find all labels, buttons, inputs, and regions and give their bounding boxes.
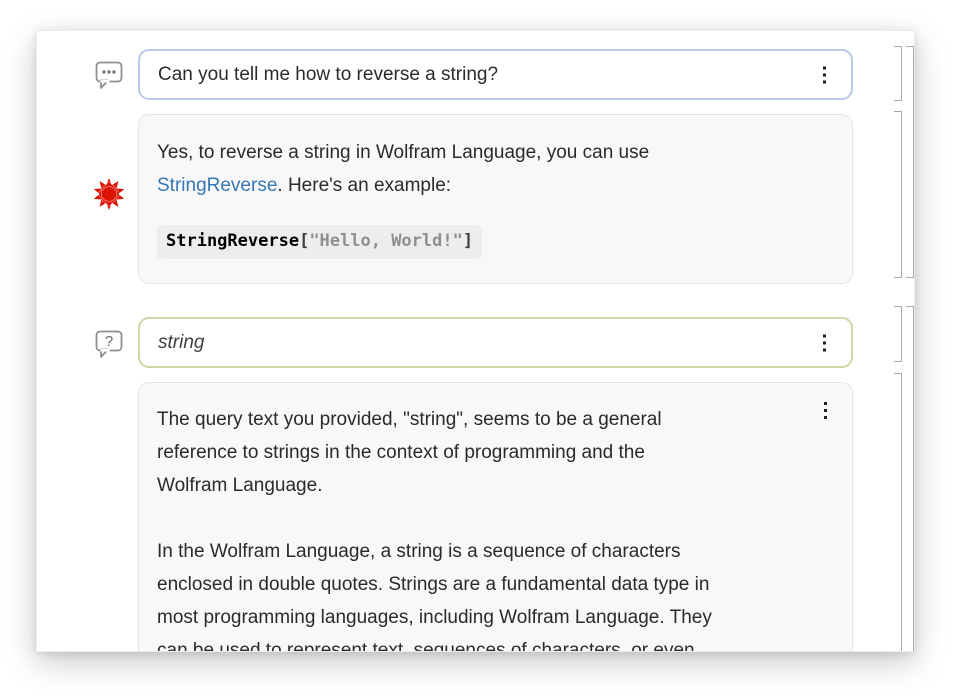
code-open-bracket: [ <box>299 231 309 251</box>
assistant-response-cell[interactable]: Yes, to reverse a string in Wolfram Lang… <box>138 114 853 284</box>
cell-bracket-chat-input[interactable] <box>894 46 902 101</box>
code-function-name: StringReverse <box>166 231 299 251</box>
cell-group-bracket-1[interactable] <box>906 46 914 278</box>
query-response-cell[interactable]: The query text you provided, "string", s… <box>138 382 853 652</box>
kebab-menu-icon[interactable] <box>820 331 829 354</box>
query-input-text[interactable]: string <box>158 332 204 354</box>
response-text-line1: Yes, to reverse a string in Wolfram Lang… <box>157 142 649 163</box>
cell-bracket-query-input[interactable] <box>894 306 902 362</box>
query-response-paragraph-2: In the Wolfram Language, a string is a s… <box>157 535 812 652</box>
assistant-response-row: Yes, to reverse a string in Wolfram Lang… <box>138 114 853 284</box>
cell-group-bracket-2[interactable] <box>906 306 914 652</box>
question-bubble-icon: ? <box>92 325 126 361</box>
kebab-menu-icon[interactable] <box>821 399 830 422</box>
wolfram-spikey-icon <box>92 177 126 211</box>
query-input-cell[interactable]: string <box>138 317 853 368</box>
desktop-background: Can you tell me how to reverse a string?… <box>0 0 960 700</box>
chat-input-cell[interactable]: Can you tell me how to reverse a string? <box>138 49 853 100</box>
stringreverse-doc-link[interactable]: StringReverse <box>157 175 277 196</box>
response-text-line2: . Here's an example: <box>277 175 451 196</box>
chat-input-row: Can you tell me how to reverse a string? <box>138 49 853 100</box>
cell-bracket-assistant-response[interactable] <box>894 111 902 278</box>
cell-bracket-query-response[interactable] <box>894 373 902 652</box>
chat-input-text[interactable]: Can you tell me how to reverse a string? <box>158 64 498 86</box>
svg-text:?: ? <box>105 333 113 350</box>
kebab-menu-icon[interactable] <box>820 63 829 86</box>
assistant-response-paragraph: Yes, to reverse a string in Wolfram Lang… <box>157 136 812 202</box>
query-response-row: The query text you provided, "string", s… <box>138 382 853 652</box>
query-response-paragraph-1: The query text you provided, "string", s… <box>157 403 812 502</box>
query-input-row: ? string <box>138 317 853 368</box>
chat-dots-bubble-icon <box>92 56 126 92</box>
code-close-bracket: ] <box>463 231 473 251</box>
chat-notebook-window: Can you tell me how to reverse a string?… <box>36 30 915 652</box>
code-block[interactable]: StringReverse["Hello, World!"] <box>157 225 482 259</box>
code-string-argument: "Hello, World!" <box>309 231 463 251</box>
